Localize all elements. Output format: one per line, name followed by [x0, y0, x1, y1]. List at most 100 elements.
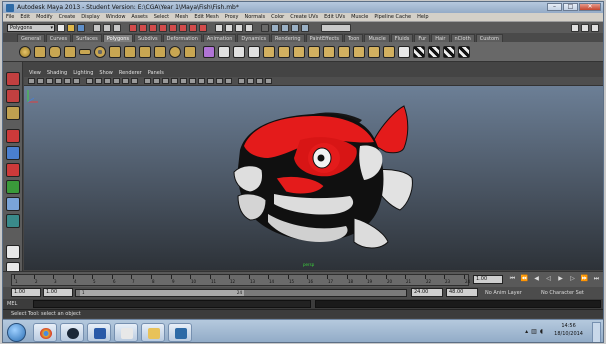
shelf-tab-painteffects[interactable]: PaintEffects [305, 34, 343, 42]
poly-helix-icon[interactable] [154, 45, 166, 58]
shadows-icon[interactable] [189, 78, 196, 84]
extract-icon[interactable] [263, 45, 275, 58]
backface-culling-icon[interactable] [265, 78, 272, 84]
poly-prism-icon[interactable] [109, 45, 121, 58]
ipr-render-icon[interactable] [291, 23, 299, 32]
menu-item-edit-uvs[interactable]: Edit UVs [324, 14, 345, 20]
shelf-tab-animation[interactable]: Animation [202, 34, 237, 42]
mask-surfaces-icon[interactable] [159, 23, 167, 32]
menu-item-select[interactable]: Select [154, 14, 169, 20]
film-gate-icon[interactable] [95, 78, 102, 84]
new-scene-icon[interactable] [57, 23, 65, 32]
range-slider-knob[interactable]: 1 24 [80, 290, 244, 296]
shelf-tab-polygons[interactable]: Polygons [102, 34, 133, 42]
menu-item-proxy[interactable]: Proxy [225, 14, 239, 20]
poly-cube-icon[interactable] [34, 45, 46, 58]
clock[interactable]: 14:56 18/10/2014 [554, 322, 583, 338]
history-icon[interactable] [261, 23, 269, 32]
poly-torus-icon[interactable] [94, 45, 106, 58]
volume-icon[interactable]: ◖ [540, 328, 543, 335]
snap-point-icon[interactable] [235, 23, 243, 32]
mask-misc-icon[interactable] [199, 23, 207, 32]
mask-deformations-icon[interactable] [169, 23, 177, 32]
show-desktop-button[interactable] [592, 322, 601, 342]
taskbar-explorer[interactable] [141, 323, 165, 342]
menu-item-normals[interactable]: Normals [244, 14, 265, 20]
combine-icon[interactable] [203, 45, 215, 58]
snap-surface-icon[interactable] [245, 23, 253, 32]
textured-icon[interactable] [171, 78, 178, 84]
panel-menu-show[interactable]: Show [99, 70, 113, 76]
command-input[interactable] [33, 300, 311, 308]
panel-menu-renderer[interactable]: Renderer [119, 70, 142, 76]
append-polygon-icon[interactable] [323, 45, 335, 58]
snap-curve-icon[interactable] [225, 23, 233, 32]
poly-plane-icon[interactable] [79, 48, 91, 55]
insert-edge-loop-icon[interactable] [353, 45, 365, 58]
render-current-icon[interactable] [281, 23, 289, 32]
shelf-tab-general[interactable]: General [17, 34, 45, 42]
smooth-icon[interactable] [233, 45, 245, 58]
menu-item-create-uvs[interactable]: Create UVs [290, 14, 318, 20]
poly-cylinder-icon[interactable] [49, 45, 61, 58]
planar-mapping-icon[interactable] [413, 45, 425, 58]
field-chart-icon[interactable] [122, 78, 129, 84]
mask-rendering-icon[interactable] [189, 23, 197, 32]
shelf-tab-hair[interactable]: Hair [431, 34, 450, 42]
menu-item-edit[interactable]: Edit [20, 14, 30, 20]
taskbar-paint[interactable] [114, 323, 138, 342]
select-component-icon[interactable] [113, 23, 121, 32]
bevel-icon[interactable] [383, 45, 395, 58]
xray-joints-icon[interactable] [256, 78, 263, 84]
snap-grid-icon[interactable] [215, 23, 223, 32]
use-all-lights-icon[interactable] [180, 78, 187, 84]
step-back-key-icon[interactable]: ⏪ [520, 275, 529, 283]
poly-platonic-icon[interactable] [184, 45, 196, 58]
mask-joints-icon[interactable] [139, 23, 147, 32]
wireframe-on-shaded-icon[interactable] [162, 78, 169, 84]
move-tool-icon[interactable] [5, 129, 20, 143]
shelf-tab-rendering[interactable]: Rendering [271, 34, 305, 42]
playback-start-field[interactable]: 1.00 [43, 288, 73, 297]
shelf-tab-muscle[interactable]: Muscle [364, 34, 390, 42]
select-object-icon[interactable] [103, 23, 111, 32]
menu-item-color[interactable]: Color [271, 14, 284, 20]
menu-item-display[interactable]: Display [81, 14, 99, 20]
show-manipulator-icon[interactable] [5, 214, 20, 228]
two-d-pan-zoom-icon[interactable] [64, 78, 71, 84]
panel-menu-panels[interactable]: Panels [148, 70, 164, 76]
anim-layer-selector[interactable]: No Anim Layer [485, 290, 522, 296]
select-hierarchy-icon[interactable] [93, 23, 101, 32]
go-to-end-icon[interactable]: ⏭ [592, 275, 601, 283]
menu-item-help[interactable]: Help [417, 14, 428, 20]
character-set-selector[interactable]: No Character Set [541, 290, 584, 296]
range-slider-bar[interactable]: 1 24 [75, 289, 407, 297]
maximize-icon[interactable]: □ [563, 3, 578, 11]
poly-sphere-icon[interactable] [19, 45, 31, 58]
cylindrical-mapping-icon[interactable] [428, 45, 440, 58]
shelf-tab-curves[interactable]: Curves [45, 34, 72, 42]
panel-menu-shading[interactable]: Shading [47, 70, 67, 76]
menu-item-modify[interactable]: Modify [36, 14, 53, 20]
shelf-tab-subdivs[interactable]: Subdivs [134, 34, 162, 42]
bridge-icon[interactable] [308, 45, 320, 58]
paint-select-tool-icon[interactable] [5, 106, 20, 120]
xray-icon[interactable] [247, 78, 254, 84]
screen-space-ao-icon[interactable] [198, 78, 205, 84]
automatic-mapping-icon[interactable] [458, 45, 470, 58]
image-plane-icon[interactable] [55, 78, 62, 84]
render-view-icon[interactable] [271, 23, 279, 32]
save-scene-icon[interactable] [77, 23, 85, 32]
panel-menu-view[interactable]: View [29, 70, 41, 76]
shelf-tab-custom[interactable]: Custom [475, 34, 503, 42]
shelf-tab-toon[interactable]: Toon [343, 34, 364, 42]
shelf-tab-ncloth[interactable]: nCloth [450, 34, 475, 42]
poly-pyramid-icon[interactable] [124, 45, 136, 58]
safe-action-icon[interactable] [131, 78, 138, 84]
menu-set-selector[interactable]: Polygons [7, 23, 55, 32]
go-to-start-icon[interactable]: ⏮ [508, 275, 517, 283]
shelf-tab-fluids[interactable]: Fluids [390, 34, 414, 42]
smooth-shade-icon[interactable] [153, 78, 160, 84]
play-forward-icon[interactable]: ▶ [556, 275, 565, 283]
minimize-icon[interactable]: – [547, 3, 562, 11]
